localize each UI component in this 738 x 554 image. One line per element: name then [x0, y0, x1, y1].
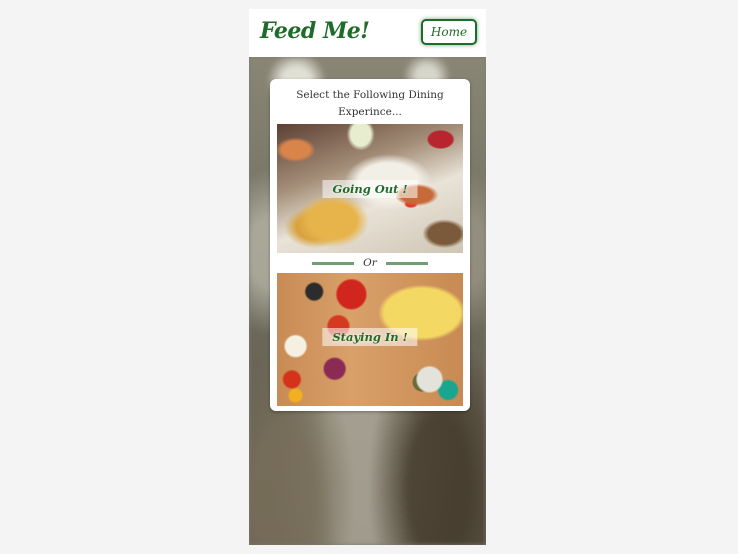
or-text: Or: [363, 257, 377, 269]
going-out-option[interactable]: Going Out !: [277, 124, 463, 253]
home-button[interactable]: Home: [421, 19, 477, 45]
divider-line-right: [385, 261, 428, 265]
dining-choice-card: Select the Following Dining Experince...…: [270, 79, 470, 411]
staying-in-option[interactable]: Staying In !: [277, 273, 463, 406]
divider-line-left: [312, 261, 354, 265]
top-bar: Feed Me! Home: [249, 9, 486, 57]
brand-logo-text[interactable]: Feed Me!: [260, 18, 370, 44]
or-divider: Or: [312, 257, 428, 269]
staying-in-label: Staying In !: [322, 328, 418, 346]
app-viewport: Feed Me! Home Select the Following Dinin…: [249, 9, 486, 545]
going-out-label: Going Out !: [322, 180, 418, 198]
dining-prompt: Select the Following Dining Experince...: [296, 89, 444, 118]
